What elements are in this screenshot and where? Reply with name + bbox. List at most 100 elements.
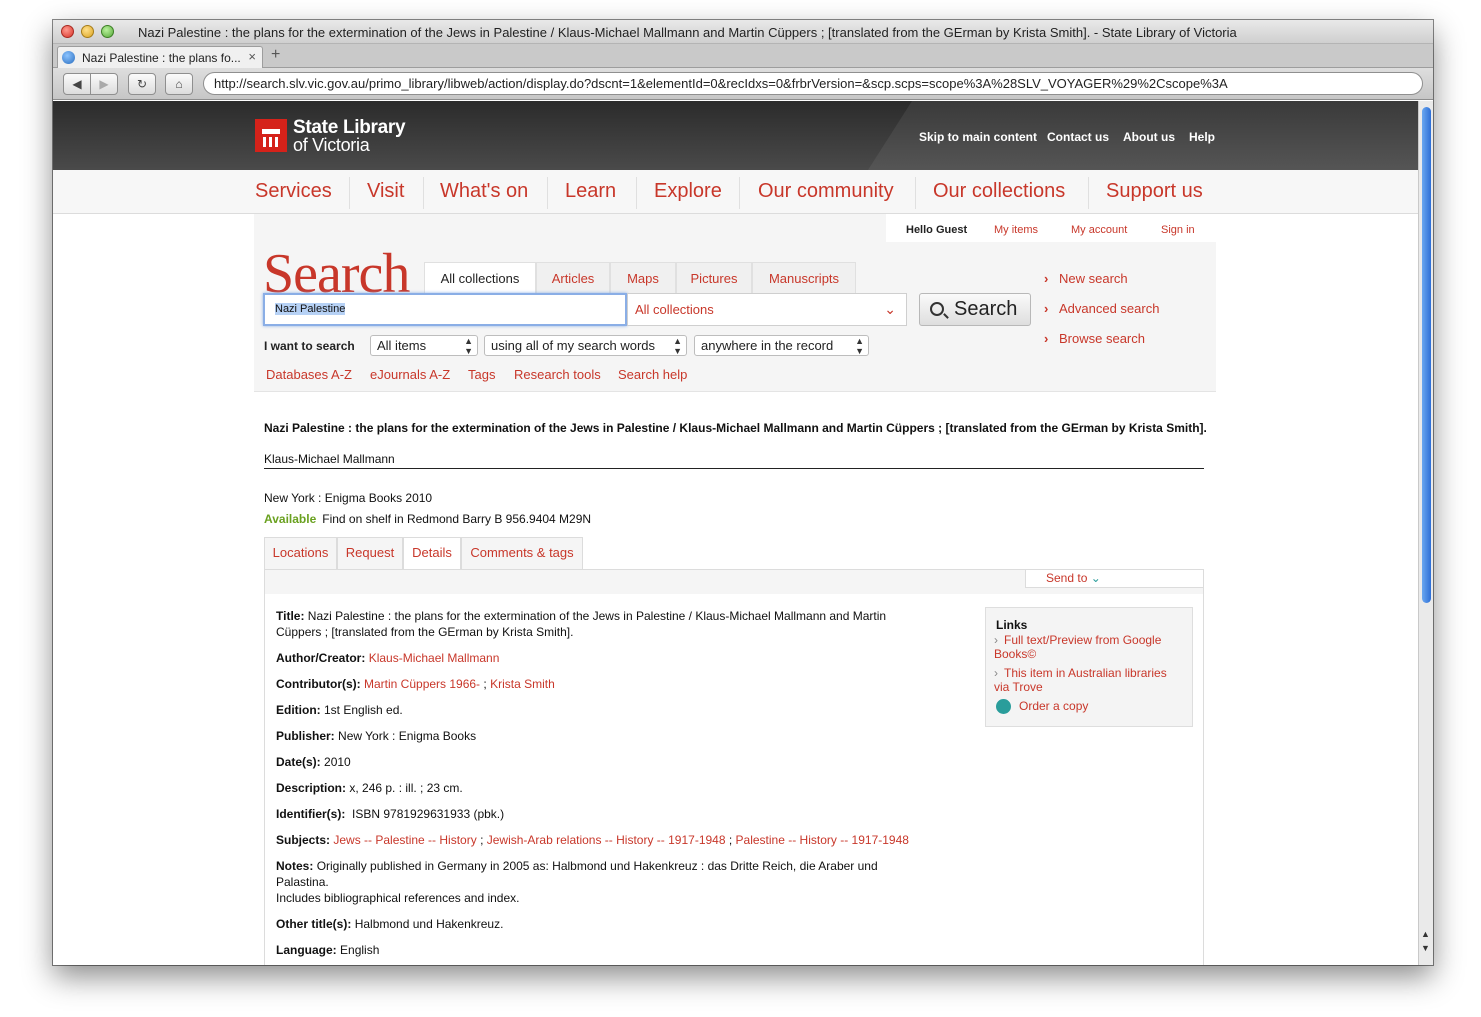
detail-other-title-label: Other title(s): bbox=[276, 917, 352, 931]
research-tools-link[interactable]: Research tools bbox=[514, 367, 601, 382]
search-field-select[interactable]: anywhere in the record ▲ ▼ bbox=[694, 335, 869, 356]
browser-window: Nazi Palestine : the plans for the exter… bbox=[53, 20, 1433, 965]
address-bar[interactable]: http://search.slv.vic.gov.au/primo_libra… bbox=[203, 72, 1423, 95]
nav-divider bbox=[423, 177, 424, 209]
detail-language: Language: English bbox=[276, 942, 906, 958]
slv-logo-icon[interactable] bbox=[255, 119, 287, 152]
ejournals-az-link[interactable]: eJournals A-Z bbox=[370, 367, 450, 382]
author-link[interactable]: Klaus-Michael Mallmann bbox=[369, 651, 500, 665]
detail-title-label: Title: bbox=[276, 609, 305, 623]
nav-our-collections[interactable]: Our collections bbox=[933, 180, 1065, 203]
nav-support-us[interactable]: Support us bbox=[1106, 180, 1203, 203]
search-button[interactable]: Search bbox=[919, 293, 1031, 326]
scroll-up-icon[interactable]: ▲ bbox=[1421, 929, 1430, 939]
contributor-link[interactable]: Martin Cüppers 1966- bbox=[364, 677, 480, 691]
detail-notes-label: Notes: bbox=[276, 859, 314, 873]
search-input[interactable]: Nazi Palestine bbox=[263, 293, 627, 326]
scroll-down-icon[interactable]: ▼ bbox=[1421, 943, 1430, 953]
select-arrows-icon: ▲ ▼ bbox=[855, 336, 864, 356]
chevron-down-icon: ⌄ bbox=[884, 301, 896, 317]
forward-button[interactable]: ▶ bbox=[90, 73, 118, 95]
about-us-link[interactable]: About us bbox=[1123, 130, 1175, 144]
detail-language-label: Language: bbox=[276, 943, 337, 957]
back-button[interactable]: ◀ bbox=[63, 73, 91, 95]
record-author: Klaus-Michael Mallmann bbox=[264, 452, 395, 466]
tab-maps[interactable]: Maps bbox=[610, 262, 676, 295]
vertical-scrollbar[interactable]: ▲ ▼ bbox=[1418, 101, 1433, 965]
close-window-button[interactable] bbox=[61, 25, 74, 38]
order-copy-link[interactable]: Order a copy bbox=[1019, 699, 1209, 713]
close-tab-icon[interactable]: × bbox=[248, 49, 256, 64]
send-to-button[interactable]: Send to ⌄ bbox=[1025, 570, 1203, 588]
new-search-label: New search bbox=[1059, 271, 1128, 286]
tab-articles[interactable]: Articles bbox=[536, 262, 610, 295]
tab-manuscripts[interactable]: Manuscripts bbox=[752, 262, 856, 295]
tab-comments-tags[interactable]: Comments & tags bbox=[461, 537, 583, 569]
subject-link[interactable]: Palestine -- History -- 1917-1948 bbox=[736, 833, 909, 847]
search-words-select[interactable]: using all of my search words ▲ ▼ bbox=[484, 335, 687, 356]
window-title: Nazi Palestine : the plans for the exter… bbox=[138, 25, 1237, 40]
greeting: Hello Guest bbox=[906, 224, 968, 236]
browser-tab[interactable]: Nazi Palestine : the plans fo... × bbox=[57, 46, 263, 68]
search-icon bbox=[930, 302, 944, 316]
nav-visit[interactable]: Visit bbox=[367, 180, 404, 203]
tab-details[interactable]: Details bbox=[403, 537, 461, 570]
scope-dropdown[interactable]: All collections ⌄ bbox=[627, 293, 907, 326]
new-search-link[interactable]: › New search bbox=[1044, 271, 1128, 286]
browse-search-link[interactable]: › Browse search bbox=[1044, 331, 1145, 346]
select-arrows-icon: ▲ ▼ bbox=[673, 336, 682, 356]
tags-link[interactable]: Tags bbox=[468, 367, 495, 382]
nav-services[interactable]: Services bbox=[255, 180, 332, 203]
logo-column bbox=[263, 137, 266, 147]
help-link[interactable]: Help bbox=[1189, 130, 1215, 144]
nav-our-community[interactable]: Our community bbox=[758, 180, 894, 203]
detail-other-title-value: Halbmond und Hakenkreuz. bbox=[354, 917, 504, 931]
logo-text-line2[interactable]: of Victoria bbox=[293, 135, 370, 156]
cart-icon bbox=[996, 699, 1011, 714]
chevron-right-icon: › bbox=[994, 633, 998, 647]
sign-in-link[interactable]: Sign in bbox=[1161, 224, 1195, 236]
zoom-window-button[interactable] bbox=[101, 25, 114, 38]
detail-edition-label: Edition: bbox=[276, 703, 321, 717]
send-to-label: Send to bbox=[1046, 571, 1088, 585]
detail-notes: Notes: Originally published in Germany i… bbox=[276, 858, 906, 906]
scrollbar-thumb[interactable] bbox=[1422, 107, 1431, 603]
browser-toolbar: ◀ ▶ ↻ ⌂ http://search.slv.vic.gov.au/pri… bbox=[53, 68, 1433, 100]
material-type-select[interactable]: All items ▲ ▼ bbox=[370, 335, 478, 356]
details-panel-toolbar: Send to ⌄ bbox=[265, 570, 1203, 594]
detail-other-title: Other title(s): Halbmond und Hakenkreuz. bbox=[276, 916, 906, 932]
nav-divider bbox=[739, 177, 740, 209]
home-button[interactable]: ⌂ bbox=[165, 73, 193, 95]
reload-button[interactable]: ↻ bbox=[128, 73, 156, 95]
google-books-link[interactable]: › Full text/Preview from Google Books© bbox=[994, 633, 1184, 661]
chevron-right-icon: › bbox=[1044, 301, 1049, 316]
skip-to-main-link[interactable]: Skip to main content bbox=[919, 130, 1037, 144]
nav-learn[interactable]: Learn bbox=[565, 180, 616, 203]
detail-dates-value: 2010 bbox=[324, 755, 351, 769]
nav-whats-on[interactable]: What's on bbox=[440, 180, 528, 203]
browse-search-label: Browse search bbox=[1059, 331, 1145, 346]
advanced-search-link[interactable]: › Advanced search bbox=[1044, 301, 1159, 316]
new-tab-button[interactable]: + bbox=[271, 46, 280, 64]
subject-link[interactable]: Jews -- Palestine -- History bbox=[333, 833, 476, 847]
tab-pictures[interactable]: Pictures bbox=[676, 262, 752, 295]
search-words-value: using all of my search words bbox=[491, 338, 656, 353]
my-items-link[interactable]: My items bbox=[994, 224, 1038, 236]
advanced-search-label: Advanced search bbox=[1059, 301, 1160, 316]
minimize-window-button[interactable] bbox=[81, 25, 94, 38]
subject-link[interactable]: Jewish-Arab relations -- History -- 1917… bbox=[487, 833, 726, 847]
databases-az-link[interactable]: Databases A-Z bbox=[266, 367, 352, 382]
contact-us-link[interactable]: Contact us bbox=[1047, 130, 1109, 144]
detail-notes-value-2: Includes bibliographical references and … bbox=[276, 891, 520, 905]
nav-divider bbox=[349, 177, 350, 209]
tab-locations[interactable]: Locations bbox=[264, 537, 337, 569]
trove-link[interactable]: › This item in Australian libraries via T… bbox=[994, 666, 1184, 694]
contributor-link[interactable]: Krista Smith bbox=[490, 677, 555, 691]
logo-column bbox=[269, 137, 272, 147]
search-help-link[interactable]: Search help bbox=[618, 367, 687, 382]
my-account-link[interactable]: My account bbox=[1071, 224, 1127, 236]
tab-all-collections[interactable]: All collections bbox=[424, 262, 536, 296]
i-want-to-search-label: I want to search bbox=[264, 339, 355, 353]
tab-request[interactable]: Request bbox=[337, 537, 403, 569]
nav-explore[interactable]: Explore bbox=[654, 180, 722, 203]
